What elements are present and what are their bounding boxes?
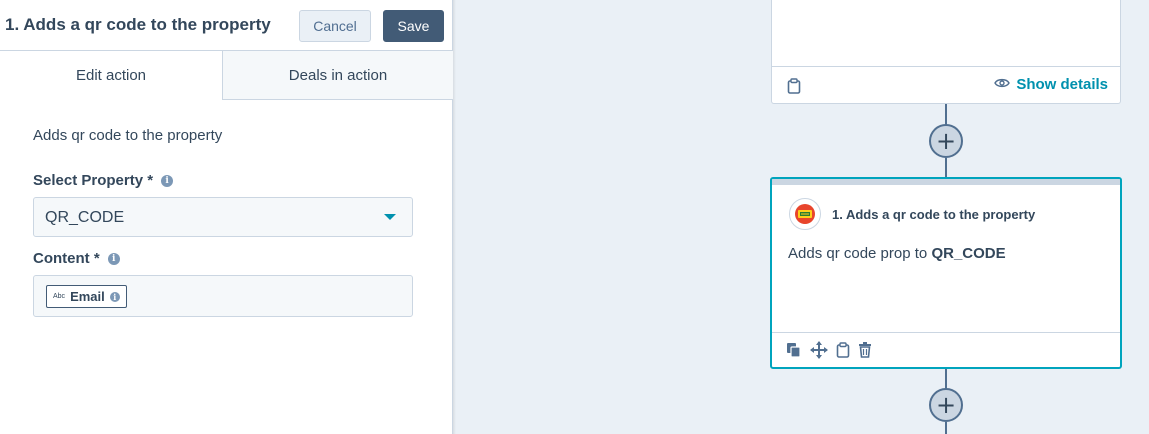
content-label-text: Content * <box>33 250 100 267</box>
card-divider <box>772 332 1120 333</box>
select-property-label-text: Select Property * <box>33 172 154 189</box>
panel-header: 1. Adds a qr code to the property Cancel… <box>0 0 453 51</box>
email-token[interactable]: Abc Email i <box>46 285 127 308</box>
connector-line <box>945 422 947 434</box>
action-edit-panel: 1. Adds a qr code to the property Cancel… <box>0 0 453 434</box>
caret-down-icon <box>384 214 396 220</box>
card-topbar <box>772 179 1120 185</box>
action-description: Adds qr code to the property <box>33 127 223 144</box>
trash-icon[interactable] <box>858 342 872 358</box>
panel-shadow <box>453 0 456 434</box>
show-details-label: Show details <box>1016 76 1108 93</box>
tab-deals-in-action[interactable]: Deals in action <box>223 51 453 100</box>
property-select[interactable]: QR_CODE <box>33 197 413 237</box>
content-label: Content * i <box>33 250 120 267</box>
token-label: Email <box>70 289 105 304</box>
action-card[interactable]: 1. Adds a qr code to the property Adds q… <box>770 177 1122 369</box>
copy-icon[interactable] <box>786 342 802 358</box>
eye-icon <box>994 76 1011 93</box>
action-card-title: 1. Adds a qr code to the property <box>832 207 1036 222</box>
previous-action-card[interactable]: Show details <box>771 0 1121 104</box>
show-details-link[interactable]: Show details <box>994 76 1108 93</box>
clipboard-icon[interactable] <box>787 78 801 99</box>
description-value: QR_CODE <box>931 245 1006 262</box>
info-icon[interactable]: i <box>161 174 174 187</box>
app-logo-icon <box>789 198 821 230</box>
text-type-icon: Abc <box>53 293 66 300</box>
info-icon[interactable]: i <box>109 291 120 302</box>
property-select-value: QR_CODE <box>45 209 125 226</box>
plus-icon[interactable]: + <box>929 124 963 158</box>
content-input[interactable]: Abc Email i <box>33 275 413 317</box>
panel-title: 1. Adds a qr code to the property <box>5 15 271 34</box>
description-prefix: Adds qr code prop to <box>788 245 928 262</box>
move-icon[interactable] <box>810 341 828 359</box>
card-divider <box>772 66 1120 67</box>
panel-tabs: Edit action Deals in action <box>0 51 453 100</box>
info-icon[interactable]: i <box>107 252 120 265</box>
select-property-label: Select Property * i <box>33 172 174 189</box>
plus-icon[interactable]: + <box>929 388 963 422</box>
cancel-button[interactable]: Cancel <box>299 10 371 42</box>
card-actions <box>786 341 872 359</box>
save-button[interactable]: Save <box>383 10 444 42</box>
tab-edit-action[interactable]: Edit action <box>0 51 223 100</box>
action-card-description: Adds qr code prop to QR_CODE <box>788 245 1006 262</box>
connector-line <box>945 158 947 177</box>
clipboard-icon[interactable] <box>836 342 850 358</box>
connector-line <box>945 369 947 389</box>
